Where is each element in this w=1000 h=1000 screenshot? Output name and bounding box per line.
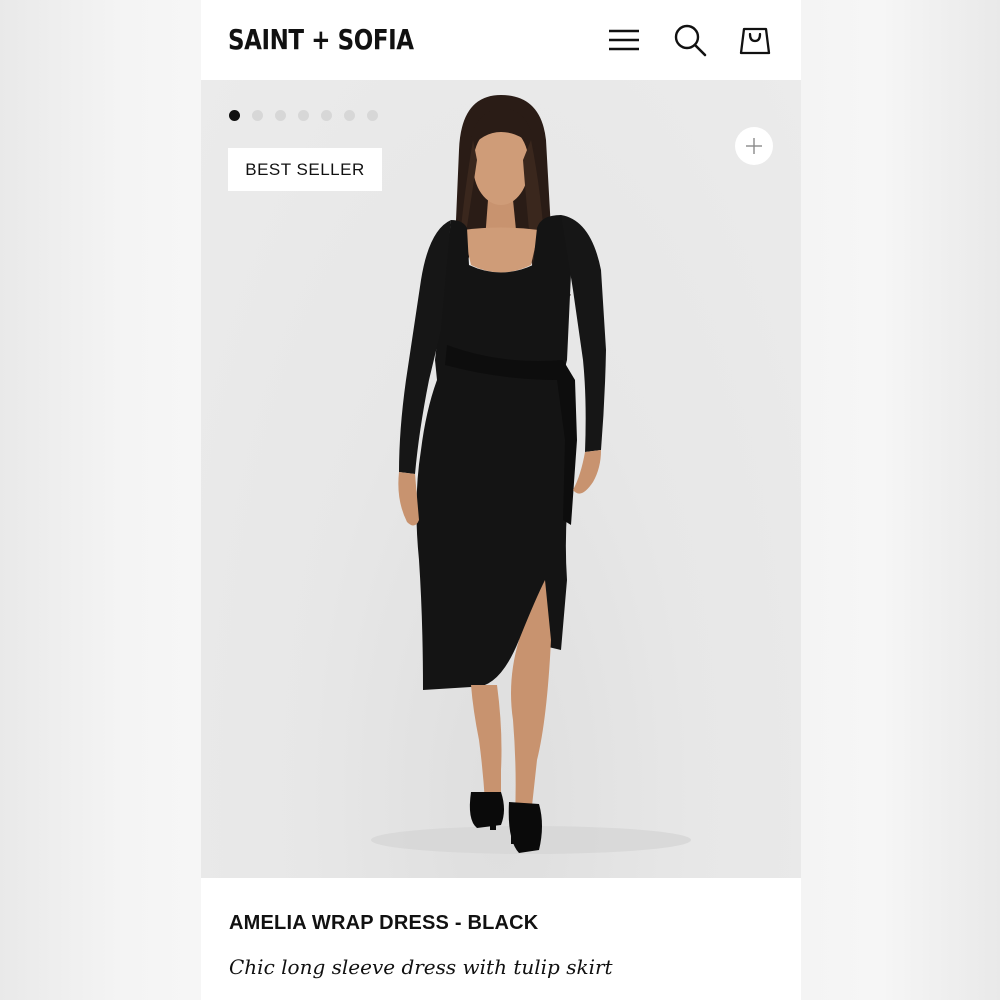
plus-icon [746, 138, 762, 154]
search-icon[interactable] [672, 22, 708, 58]
product-description: Chic long sleeve dress with tulip skirt [229, 955, 613, 979]
gallery-dot-5[interactable] [321, 110, 332, 121]
gallery-dot-2[interactable] [252, 110, 263, 121]
zoom-button[interactable] [735, 127, 773, 165]
gallery-dot-6[interactable] [344, 110, 355, 121]
site-header: SAINT + SOFIA [201, 0, 801, 80]
menu-icon[interactable] [606, 22, 642, 58]
product-photo [371, 95, 691, 854]
gallery-pagination [229, 110, 378, 121]
product-info: AMELIA WRAP DRESS - BLACK Chic long slee… [201, 878, 801, 1000]
product-image-gallery[interactable]: BEST SELLER [201, 80, 801, 878]
gallery-dot-4[interactable] [298, 110, 309, 121]
gallery-dot-1[interactable] [229, 110, 240, 121]
gallery-dot-3[interactable] [275, 110, 286, 121]
product-title: AMELIA WRAP DRESS - BLACK [229, 912, 539, 934]
mobile-viewport: SAINT + SOFIA BEST SELLER AMELIA WRAP DR… [201, 0, 801, 1000]
shopping-bag-icon[interactable] [737, 22, 773, 58]
best-seller-badge: BEST SELLER [228, 148, 382, 191]
brand-logo[interactable]: SAINT + SOFIA [228, 20, 414, 60]
gallery-dot-7[interactable] [367, 110, 378, 121]
